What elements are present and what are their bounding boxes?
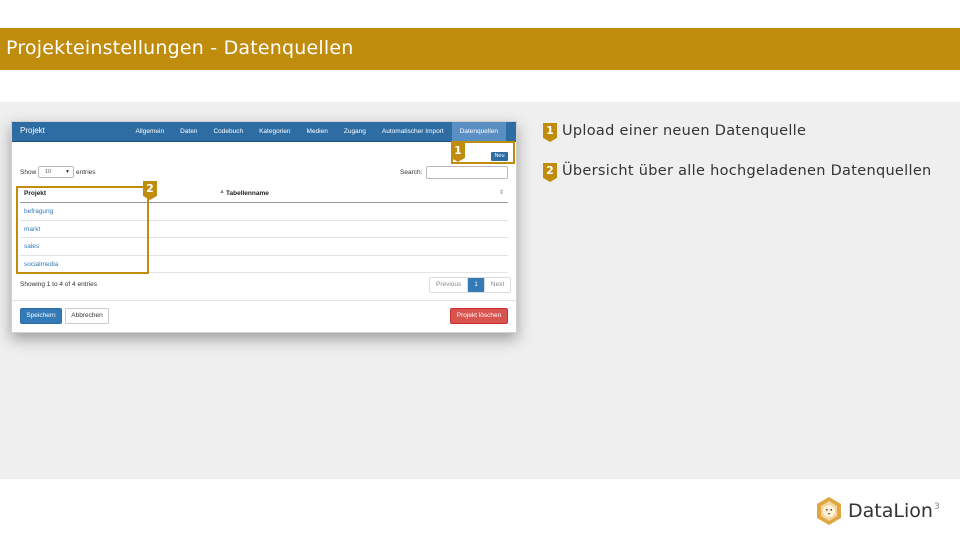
page-number: 3 [934,502,940,512]
legend-marker-1: 1 [543,123,557,142]
legend-text-1: Upload einer neuen Datenquelle [562,123,807,139]
legend-item-2: 2 Übersicht über alle hochgeladenen Date… [543,163,932,182]
chevron-down-icon: ▼ [65,169,70,175]
slide: Projekteinstellungen - Datenquellen Proj… [0,0,960,540]
tab-codebuch[interactable]: Codebuch [205,122,251,142]
pagination-previous[interactable]: Previous [430,278,469,292]
legend-marker-2: 2 [543,163,557,182]
sort-icon[interactable]: ⇕ [499,189,504,196]
tab-datenquellen[interactable]: Datenquellen [451,122,506,142]
column-header-tabellenname[interactable]: Tabellenname [226,190,269,197]
tab-automatischer-import[interactable]: Automatischer Import [374,122,452,142]
callout-box-2 [16,186,149,274]
slide-title: Projekteinstellungen - Datenquellen [6,37,354,59]
search-label: Search: [400,169,423,176]
entries-per-page-value: 10 [45,169,52,175]
logo-text: DataLion [848,500,933,522]
tab-allgemein[interactable]: Allgemein [128,122,173,142]
top-navbar: Projekt Allgemein Daten Codebuch Kategor… [12,122,516,142]
settings-tabs: Allgemein Daten Codebuch Kategorien Medi… [128,122,506,142]
title-bar: Projekteinstellungen - Datenquellen [0,28,960,70]
show-label: Show [20,169,37,176]
tab-kategorien[interactable]: Kategorien [251,122,298,142]
legend-item-1: 1 Upload einer neuen Datenquelle [543,123,806,142]
save-button[interactable]: Speichern [20,308,62,324]
entries-label: entries [76,169,96,176]
cancel-button[interactable]: Abbrechen [65,308,109,324]
tab-daten[interactable]: Daten [172,122,205,142]
pagination: Previous 1 Next [429,277,512,293]
footer-divider [12,300,516,301]
entries-per-page-select[interactable]: 10 ▼ [38,166,74,178]
delete-project-button[interactable]: Projekt löschen [450,308,508,324]
search-input[interactable] [426,166,508,179]
table-info: Showing 1 to 4 of 4 entries [20,281,97,288]
legend-text-2: Übersicht über alle hochgeladenen Datenq… [562,163,932,179]
navbar-brand[interactable]: Projekt [20,126,45,135]
tab-medien[interactable]: Medien [299,122,336,142]
pagination-page-1[interactable]: 1 [468,278,485,292]
datalion-logo: DataLion [814,496,933,526]
sort-asc-icon[interactable]: ▲ [219,189,225,195]
pagination-next[interactable]: Next [484,278,511,292]
lion-icon [817,497,841,525]
tab-zugang[interactable]: Zugang [336,122,374,142]
